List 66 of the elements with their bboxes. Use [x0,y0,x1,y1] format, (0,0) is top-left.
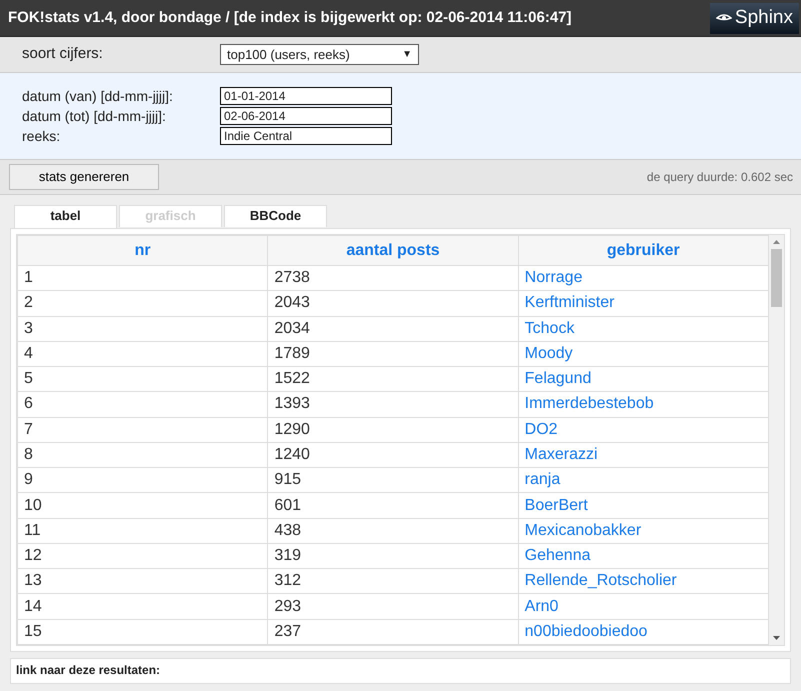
column-header[interactable]: gebruiker [518,236,768,266]
input-field[interactable]: Indie Central [220,127,392,145]
field-label: soort cijfers: [21,44,104,64]
sphinx-logo: Sphinx [710,2,799,34]
user-link[interactable]: Gehenna [518,543,768,569]
table-cell: 14 [18,594,268,620]
table-cell: 312 [268,568,518,594]
table-cell: 319 [268,543,518,569]
table-cell: 2738 [268,266,518,291]
table-cell: 6 [18,392,268,418]
user-link[interactable]: Maxerazzi [518,442,768,468]
table-cell: 1522 [268,366,518,392]
table-cell: 1 [18,266,268,291]
user-link[interactable]: Rellende_Rotscholier [518,568,768,594]
user-link[interactable]: BoerBert [518,492,768,518]
table-cell: 915 [268,468,518,493]
table-cell: 4 [18,341,268,367]
user-link[interactable]: Tchock [518,316,768,342]
table-cell: 7 [18,417,268,442]
table-cell: 2034 [268,316,518,342]
table-cell: 1789 [268,341,518,367]
table-cell: 237 [268,619,518,644]
user-link[interactable]: Felagund [518,366,768,392]
column-header[interactable]: aantal posts [268,236,518,266]
field-label: datum (van) [dd-mm-jjjj]: [21,86,174,106]
table-cell: 293 [268,594,518,620]
table-cell: 15 [18,619,268,644]
scroll-thumb[interactable] [771,249,782,307]
input-field[interactable]: 02-06-2014 [220,107,392,125]
table-cell: 1393 [268,392,518,418]
query-time: de query duurde: 0.602 sec [646,169,793,186]
table-cell: 3 [18,316,268,342]
page-title: FOK!stats v1.4, door bondage / [de index is bijgewerkt op: 02-06-2014 11:06:47] [7,8,572,28]
table-cell: 9 [18,468,268,493]
user-link[interactable]: Moody [518,341,768,367]
table-cell: 438 [268,518,518,544]
user-link[interactable]: n00biedoobiedoo [518,619,768,644]
user-link[interactable]: Kerftminister [518,290,768,316]
eye-icon [716,13,732,23]
table-cell: 601 [268,492,518,518]
table-cell: 2 [18,290,268,316]
user-link[interactable]: Arn0 [518,594,768,620]
section-label: link naar deze resultaten: [16,663,160,677]
user-link[interactable]: DO2 [518,417,768,442]
field-label: reeks: [21,126,62,146]
tab[interactable]: tabel [14,205,117,228]
table-cell: 1240 [268,442,518,468]
table-cell: 10 [18,492,268,518]
column-header[interactable]: nr [18,236,268,266]
table-cell: 11 [18,518,268,544]
user-link[interactable]: Mexicanobakker [518,518,768,544]
type-dropdown[interactable]: top100 (users, reeks) ▼ [220,44,419,65]
user-link[interactable]: Norrage [518,266,768,291]
table-cell: 1290 [268,417,518,442]
field-label: datum (tot) [dd-mm-jjjj]: [21,106,167,126]
generate-button[interactable]: stats genereren [9,164,159,190]
table-cell: 13 [18,568,268,594]
scrollbar[interactable] [769,235,784,645]
tab[interactable]: BBCode [224,205,327,227]
input-field[interactable]: 01-01-2014 [220,87,392,105]
table-cell: 12 [18,543,268,569]
table-cell: 8 [18,442,268,468]
table-cell: 5 [18,366,268,392]
table-cell: 2043 [268,290,518,316]
user-link[interactable]: Immerdebestebob [518,392,768,418]
user-link[interactable]: ranja [518,468,768,493]
